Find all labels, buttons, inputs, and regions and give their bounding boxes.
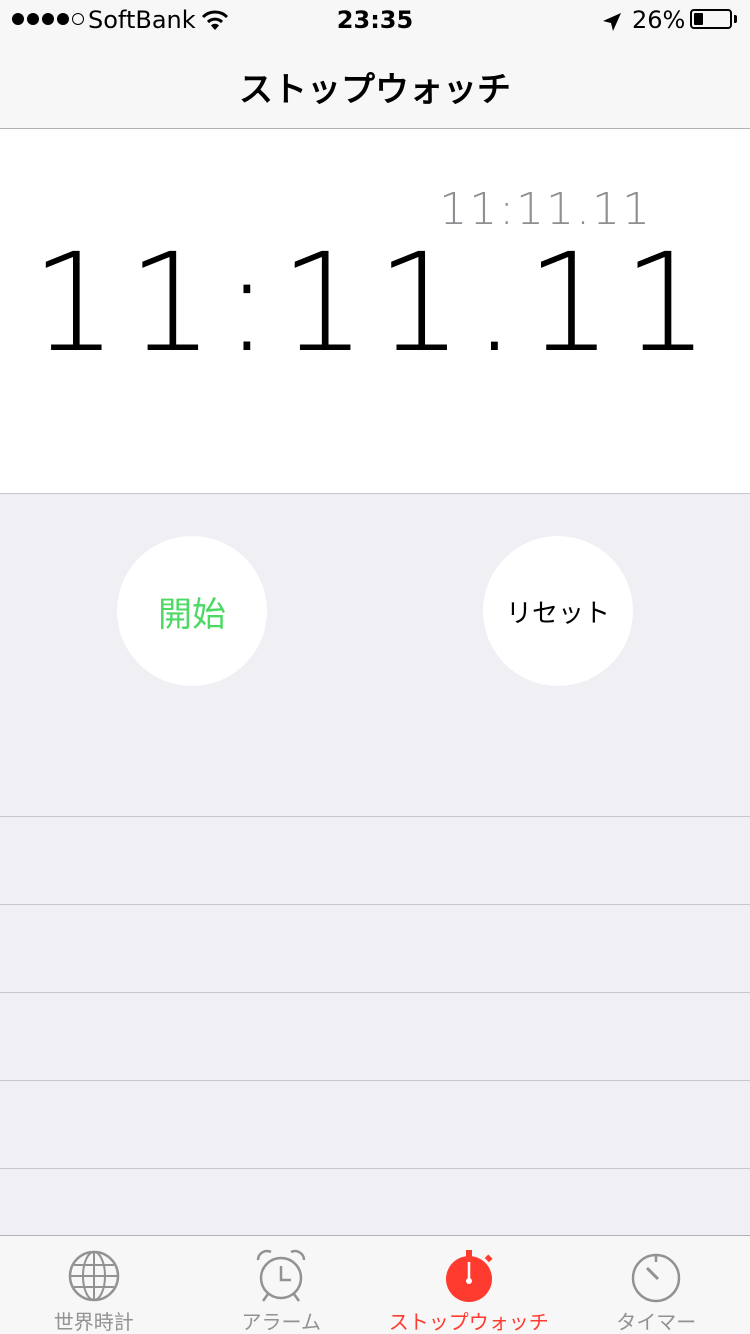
tab-bar: 世界時計 アラーム ストップウォッチ タイマー — [0, 1235, 750, 1334]
tab-alarm[interactable]: アラーム — [188, 1236, 376, 1334]
main-time: 11:11.11 — [30, 225, 720, 383]
tab-stopwatch[interactable]: ストップウォッチ — [375, 1236, 563, 1334]
timer-icon — [628, 1248, 684, 1304]
battery-level-fill — [694, 13, 703, 25]
battery-cap — [734, 15, 737, 23]
lap-row — [0, 1080, 750, 1168]
tab-label: アラーム — [241, 1310, 321, 1334]
lap-row — [0, 816, 750, 904]
stopwatch-screen: SoftBank 23:35 26% ストップウォッチ 11:11.11 11:… — [0, 0, 750, 1334]
page-title: ストップウォッチ — [239, 70, 511, 110]
lap-row — [0, 904, 750, 992]
battery-icon — [690, 9, 732, 29]
tab-timer[interactable]: タイマー — [563, 1236, 750, 1334]
location-arrow-icon — [602, 10, 622, 38]
lap-row — [0, 992, 750, 1080]
reset-button[interactable]: リセット — [483, 536, 633, 686]
navigation-bar: ストップウォッチ — [0, 40, 750, 129]
globe-icon — [66, 1248, 122, 1304]
tab-label: タイマー — [616, 1310, 697, 1334]
start-button[interactable]: 開始 — [117, 536, 267, 686]
battery-percent: 26% — [632, 6, 686, 34]
tab-label: ストップウォッチ — [388, 1310, 549, 1334]
controls-area: 開始 リセット — [0, 494, 750, 816]
time-display: 11:11.11 11:11.11 — [0, 129, 750, 494]
status-bar: SoftBank 23:35 26% — [0, 0, 750, 40]
stopwatch-icon — [441, 1248, 497, 1304]
alarm-clock-icon — [253, 1248, 309, 1304]
tab-label: 世界時計 — [53, 1310, 134, 1334]
tab-world-clock[interactable]: 世界時計 — [0, 1236, 188, 1334]
lap-list — [0, 816, 750, 1256]
